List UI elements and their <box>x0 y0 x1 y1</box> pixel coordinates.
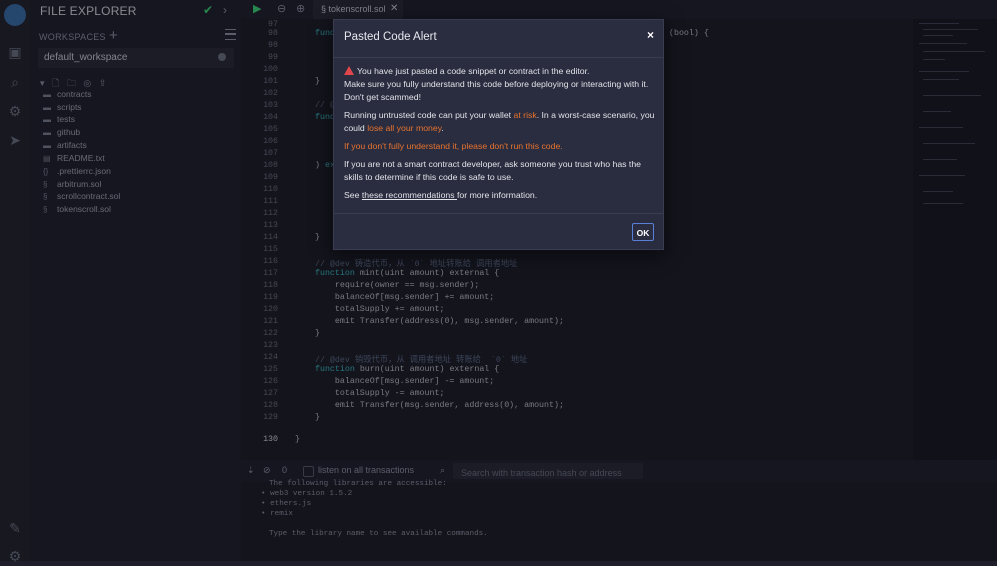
close-icon[interactable]: × <box>647 28 654 42</box>
modal-paragraph: If you are not a smart contract develope… <box>344 159 641 182</box>
recommendations-link[interactable]: these recommendations <box>362 190 457 200</box>
modal-divider <box>334 213 663 214</box>
warning-text: Make sure you fully understand this code… <box>344 79 649 102</box>
see-text: See <box>344 190 362 200</box>
pasted-code-alert-modal: Pasted Code Alert × You have just pasted… <box>333 19 664 250</box>
risk-highlight: lose all your money <box>367 123 442 133</box>
modal-paragraph: Running untrusted code can put your wall… <box>344 109 658 135</box>
modal-header: Pasted Code Alert × <box>334 20 663 58</box>
ok-button[interactable]: OK <box>632 223 654 241</box>
modal-title: Pasted Code Alert <box>344 31 437 43</box>
warning-icon <box>344 66 354 75</box>
dont-run-warning: If you don't fully understand it, please… <box>344 141 563 151</box>
risk-text: Running untrusted code can put your wall… <box>344 110 514 120</box>
modal-body: You have just pasted a code snippet or c… <box>344 65 658 207</box>
risk-text: . <box>441 123 444 133</box>
warning-text: You have just pasted a code snippet or c… <box>357 66 590 76</box>
risk-highlight: at risk <box>513 110 537 120</box>
modal-paragraph: See these recommendations for more infor… <box>344 189 658 202</box>
see-text: for more information. <box>457 190 538 200</box>
modal-paragraph: You have just pasted a code snippet or c… <box>344 65 658 104</box>
